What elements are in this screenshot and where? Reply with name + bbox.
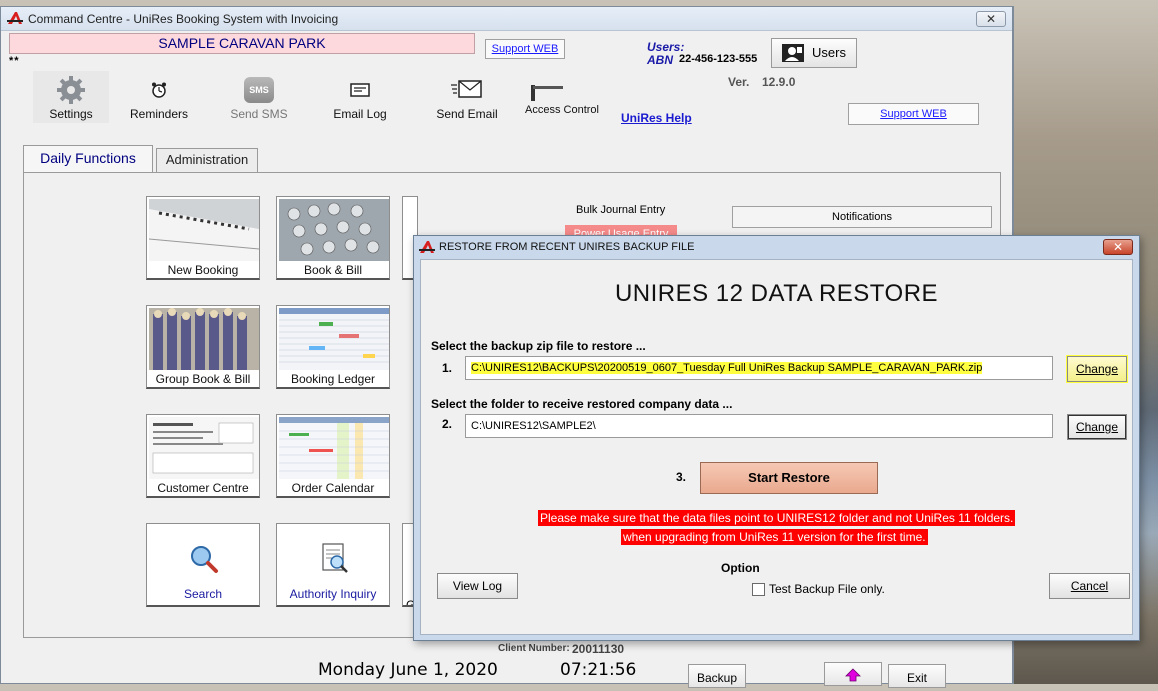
customer-form-image [149,417,259,479]
tab-administration[interactable]: Administration [156,148,258,172]
tab-daily-functions[interactable]: Daily Functions [23,145,153,173]
warning-line-1: Please make sure that the data files poi… [538,510,1016,526]
support-web-link-right[interactable]: Support WEB [848,103,979,125]
client-number-value: 20011130 [572,642,625,656]
main-titlebar: Command Centre - UniRes Booking System w… [1,7,1012,31]
settings-button[interactable]: Settings [33,71,109,123]
bulk-journal-link[interactable]: Bulk Journal Entry [576,204,665,216]
booking-ledger-tile[interactable]: Booking Ledger [276,305,390,389]
book-bill-label: Book & Bill [277,263,389,277]
boom-gate-icon [531,85,563,101]
notebook-image [149,199,259,261]
calendar-image [279,417,389,479]
magnifier-icon [191,546,218,573]
test-backup-checkbox[interactable] [752,583,765,596]
time-display: 07:21:56 [560,660,637,680]
users-button[interactable]: Users [771,38,857,68]
restore-heading: UNIRES 12 DATA RESTORE [614,280,939,307]
alarm-clock-icon [152,82,166,98]
send-email-label: Send Email [436,107,498,121]
select-zip-label: Select the backup zip file to restore ..… [431,339,646,353]
warning-line-2: when upgrading from UniRes 11 version fo… [621,529,928,545]
group-book-bill-tile[interactable]: Group Book & Bill [146,305,260,389]
authority-inquiry-tile[interactable]: Authority Inquiry [276,523,390,607]
abn-label: ABN [647,53,673,67]
home-button[interactable] [824,662,882,686]
zip-path-text: C:\UNIRES12\BACKUPS\20200519_0607_Tuesda… [471,362,983,374]
start-restore-button[interactable]: Start Restore [700,462,878,494]
support-web-link-top[interactable]: Support WEB [485,39,565,59]
restore-folder-path-field[interactable]: C:\UNIRES12\SAMPLE2\ [465,414,1053,438]
email-log-button[interactable]: Email Log [325,71,395,123]
access-control-button[interactable]: Access Control [525,83,613,123]
settings-label: Settings [49,107,93,121]
access-control-label: Access Control [525,104,599,116]
star-mark: ** [9,55,20,67]
calculator-image [279,199,389,261]
option-label: Option [721,561,760,575]
gear-icon [57,76,85,104]
step-3-label: 3. [676,470,687,484]
unires-logo-icon [7,12,23,24]
home-arrow-icon [845,668,861,682]
backup-zip-path-field[interactable]: C:\UNIRES12\BACKUPS\20200519_0607_Tuesda… [465,356,1053,380]
new-booking-tile[interactable]: New Booking [146,196,260,280]
step-1-label: 1. [442,361,453,375]
envelope-icon [350,83,370,97]
test-backup-label: Test Backup File only. [769,582,885,596]
unires-logo-icon [419,241,435,253]
send-email-icon [451,80,482,98]
users-button-label: Users [812,45,846,60]
version-label: Ver. [728,75,750,89]
reminders-button[interactable]: Reminders [123,71,195,123]
authority-inquiry-label: Authority Inquiry [277,587,389,601]
reminders-label: Reminders [129,107,189,121]
send-sms-label: Send SMS [230,107,288,121]
user-icon [782,44,804,62]
people-group-image [149,308,259,370]
send-email-button[interactable]: Send Email [429,71,505,123]
version-value: 12.9.0 [762,75,796,89]
dialog-close-button[interactable]: ✕ [1103,239,1133,255]
new-booking-label: New Booking [147,263,259,277]
restore-dialog: RESTORE FROM RECENT UNIRES BACKUP FILE ✕… [413,235,1140,641]
ledger-screenshot-image [279,308,389,370]
view-log-button[interactable]: View Log [437,573,518,599]
document-search-icon [322,543,348,573]
backup-button[interactable]: Backup [688,664,746,688]
email-log-label: Email Log [333,107,387,121]
client-number-label: Client Number: [498,643,570,654]
dialog-body: UNIRES 12 DATA RESTORE Select the backup… [420,259,1133,635]
users-label: Users: [647,40,685,54]
customer-centre-tile[interactable]: Customer Centre [146,414,260,498]
abn-value: 22-456-123-555 [679,53,758,65]
main-close-button[interactable]: ✕ [976,11,1006,27]
change-zip-button[interactable]: Change [1067,356,1127,382]
window-title: Command Centre - UniRes Booking System w… [28,12,339,26]
booking-ledger-label: Booking Ledger [277,372,389,386]
search-label: Search [147,587,259,601]
group-book-bill-label: Group Book & Bill [147,372,259,386]
dialog-title: RESTORE FROM RECENT UNIRES BACKUP FILE [439,241,695,253]
exit-button[interactable]: Exit [888,664,946,688]
sms-icon: SMS [244,77,274,103]
select-folder-label: Select the folder to receive restored co… [431,397,733,411]
send-sms-button[interactable]: SMS Send SMS [227,71,291,123]
cancel-button[interactable]: Cancel [1049,573,1130,599]
unires-help-link[interactable]: UniRes Help [621,111,692,125]
order-calendar-tile[interactable]: Order Calendar [276,414,390,498]
step-2-label: 2. [442,417,453,431]
change-folder-button[interactable]: Change [1067,414,1127,440]
order-calendar-label: Order Calendar [277,481,389,495]
notifications-header: Notifications [732,206,992,228]
date-display: Monday June 1, 2020 [318,660,498,680]
book-bill-tile[interactable]: Book & Bill [276,196,390,280]
dialog-titlebar: RESTORE FROM RECENT UNIRES BACKUP FILE ✕ [414,236,1139,258]
park-name-banner: SAMPLE CARAVAN PARK [9,33,475,54]
customer-centre-label: Customer Centre [147,481,259,495]
search-tile[interactable]: Search [146,523,260,607]
